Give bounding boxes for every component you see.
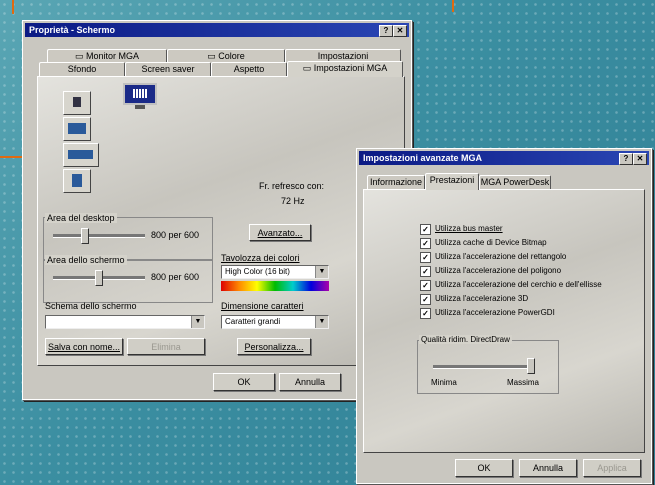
display-properties-titlebar[interactable]: Proprietà - Schermo ? ✕: [25, 23, 409, 37]
ok-button[interactable]: OK: [455, 459, 513, 477]
desktop-area-value: 800 per 600: [151, 230, 200, 240]
desktop-area-slider-thumb[interactable]: [81, 228, 89, 244]
quality-min-label: Minima: [431, 378, 457, 387]
checkbox-bus-master[interactable]: ✓: [420, 224, 431, 235]
palette-label: Tavolozza dei colori: [221, 253, 300, 263]
checkbox-label: Utilizza cache di Device Bitmap: [435, 238, 547, 247]
display-properties-window: Proprietà - Schermo ? ✕ ▭ Monitor MGA ▭ …: [22, 20, 412, 400]
monitor-rotate-icon: [72, 174, 82, 187]
checkbox-label: Utilizza l'accelerazione 3D: [435, 294, 529, 303]
checkbox-label: Utilizza bus master: [435, 224, 503, 233]
window-title: Proprietà - Schermo: [29, 25, 116, 35]
ok-button[interactable]: OK: [213, 373, 275, 391]
directdraw-quality-slider[interactable]: [433, 365, 533, 369]
screen-area-value: 800 per 600: [151, 272, 200, 282]
chevron-down-icon[interactable]: ▼: [191, 316, 204, 328]
quality-max-label: Massima: [507, 378, 540, 387]
desktop-area-slider[interactable]: [53, 234, 145, 238]
avanzato-button[interactable]: Avanzato...: [249, 224, 311, 241]
advanced-mga-window: Impostazioni avanzate MGA ? ✕ Informazio…: [356, 148, 652, 484]
display-mode-icon-3[interactable]: [63, 143, 99, 167]
chevron-down-icon[interactable]: ▼: [315, 316, 328, 328]
checkbox-circle-ellipse-acceleration[interactable]: ✓: [420, 280, 431, 291]
checkbox-polygon-acceleration[interactable]: ✓: [420, 266, 431, 277]
refresh-value: 72 Hz: [281, 196, 305, 206]
cancel-button[interactable]: Annulla: [519, 459, 577, 477]
tab-colore[interactable]: ▭ Colore: [167, 49, 285, 63]
font-size-label: Dimensione caratteri: [221, 301, 304, 311]
checkbox-rectangle-acceleration[interactable]: ✓: [420, 252, 431, 263]
apply-button[interactable]: Applica: [583, 459, 641, 477]
checkbox-device-bitmap-cache[interactable]: ✓: [420, 238, 431, 249]
palette-select[interactable]: High Color (16 bit) ▼: [221, 265, 329, 279]
checkbox-3d-acceleration[interactable]: ✓: [420, 294, 431, 305]
cancel-button[interactable]: Annulla: [279, 373, 341, 391]
close-button[interactable]: ✕: [393, 25, 407, 37]
tab-screen-saver[interactable]: Screen saver: [125, 62, 211, 76]
screen-area-slider-thumb[interactable]: [95, 270, 103, 286]
close-button[interactable]: ✕: [633, 153, 647, 165]
tab-informazione[interactable]: Informazione: [367, 175, 425, 189]
crop-mark-top-left: [12, 0, 14, 14]
chevron-down-icon[interactable]: ▼: [315, 266, 328, 278]
tab-monitor-mga[interactable]: ▭ Monitor MGA: [47, 49, 167, 63]
performance-panel: [363, 189, 645, 453]
tab-aspetto[interactable]: Aspetto: [211, 62, 287, 76]
monitor-small-icon: [73, 97, 81, 107]
checkbox-label: Utilizza l'accelerazione del rettangolo: [435, 252, 567, 261]
help-button[interactable]: ?: [379, 25, 393, 37]
tab-prestazioni[interactable]: Prestazioni: [425, 173, 479, 190]
checkbox-label: Utilizza l'accelerazione del poligono: [435, 266, 562, 275]
display-mode-icon-2[interactable]: [63, 117, 91, 141]
screen-area-label: Area dello schermo: [45, 255, 127, 265]
tab-mga-powerdesk[interactable]: MGA PowerDesk: [479, 175, 551, 189]
monitor-icon: ▭: [302, 63, 314, 73]
tab-impostazioni-mga[interactable]: ▭ Impostazioni MGA: [287, 61, 403, 77]
scheme-select[interactable]: ▼: [45, 315, 205, 329]
directdraw-quality-label: Qualità ridim. DirectDraw: [419, 335, 512, 344]
monitor-icon: ▭: [207, 51, 219, 61]
monitor-dual-icon: [68, 123, 86, 134]
crop-mark-left: [0, 156, 22, 158]
checkbox-label: Utilizza l'accelerazione PowerGDI: [435, 308, 555, 317]
advanced-mga-titlebar[interactable]: Impostazioni avanzate MGA ? ✕: [359, 151, 649, 165]
crop-mark-top-right: [452, 0, 454, 12]
delete-button[interactable]: Elimina: [127, 338, 205, 355]
display-mode-icon-4[interactable]: [63, 169, 91, 193]
directdraw-quality-slider-thumb[interactable]: [527, 358, 535, 374]
color-spectrum-bar: [221, 281, 329, 291]
checkbox-powergdi-acceleration[interactable]: ✓: [420, 308, 431, 319]
personalize-button[interactable]: Personalizza...: [237, 338, 311, 355]
font-size-select[interactable]: Caratteri grandi ▼: [221, 315, 329, 329]
monitor-wide-icon: [68, 150, 93, 159]
tab-sfondo[interactable]: Sfondo: [39, 62, 125, 76]
help-button[interactable]: ?: [619, 153, 633, 165]
scheme-label: Schema dello schermo: [45, 301, 137, 311]
display-mode-icon-1[interactable]: [63, 91, 91, 115]
monitor-preview-icon: [123, 83, 157, 111]
checkbox-label: Utilizza l'accelerazione del cerchio e d…: [435, 280, 602, 289]
refresh-label: Fr. refresco con:: [259, 181, 325, 191]
window-title: Impostazioni avanzate MGA: [363, 153, 483, 163]
desktop-area-label: Area del desktop: [45, 213, 117, 223]
save-as-button[interactable]: Salva con nome...: [45, 338, 123, 355]
monitor-icon: ▭: [74, 51, 86, 61]
